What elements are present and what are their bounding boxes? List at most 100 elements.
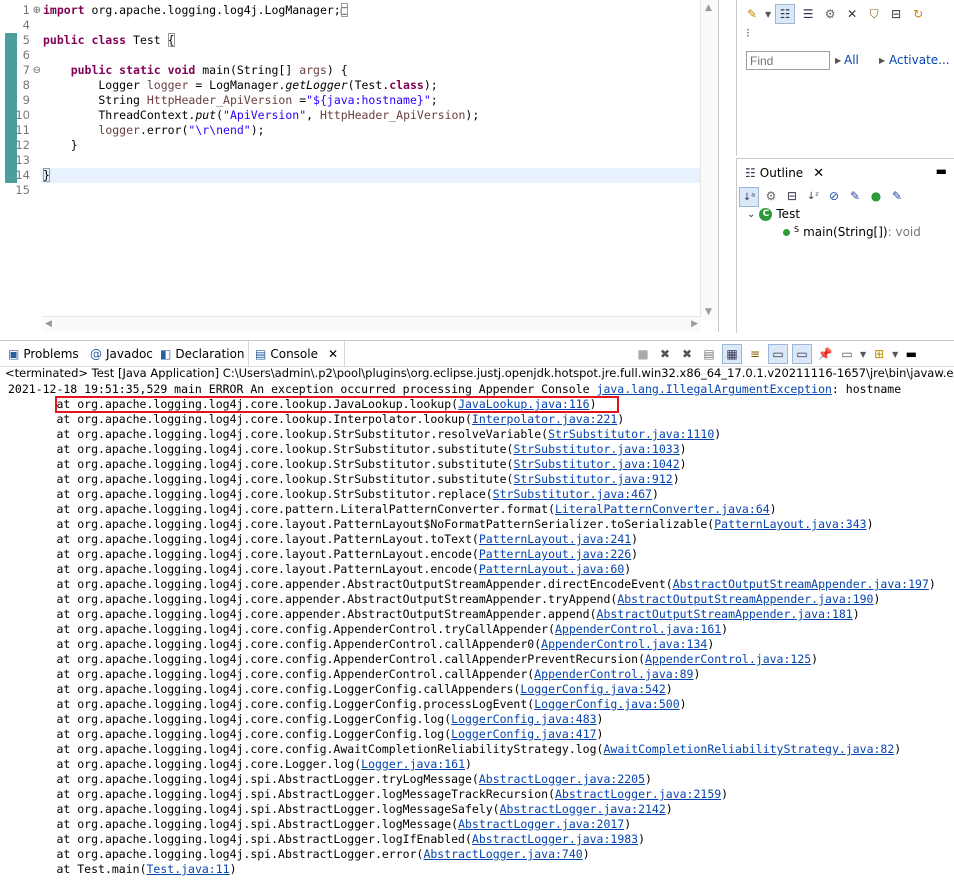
code-area[interactable]: import org.apache.logging.log4j.LogManag… [41,3,700,198]
focus-icon[interactable]: ⚙ [821,5,839,23]
scroll-lock-icon[interactable]: ▦ [722,344,742,364]
code-line[interactable] [43,153,700,168]
code-line[interactable]: ThreadContext.put("ApiVersion", HttpHead… [43,108,700,123]
sort-icon[interactable]: ↓ᵃ [739,187,759,207]
stack-frame-source-link[interactable]: LoggerConfig.java:483 [451,712,596,726]
stack-frame-source-link[interactable]: AppenderControl.java:125 [645,652,811,666]
fold-toggle-icon[interactable]: ⊕ [33,3,41,18]
code-line[interactable]: logger.error("\r\nend"); [43,123,700,138]
stack-frame-source-link[interactable]: PatternLayout.java:343 [714,517,866,531]
all-link[interactable]: All [844,53,859,67]
view-menu-icon[interactable]: ⁝ [746,26,750,40]
group-icon[interactable]: ⚙ [762,187,780,205]
stack-frame-source-link[interactable]: PatternLayout.java:241 [479,532,631,546]
tab-declaration[interactable]: ◧ Declaration [160,341,245,366]
stack-frame-source-link[interactable]: Logger.java:161 [361,757,465,771]
exception-link[interactable]: java.lang.IllegalArgumentException [597,382,832,396]
find-input[interactable] [746,51,830,70]
code-line[interactable]: String HttpHeader_ApiVersion ="${java:ho… [43,93,700,108]
stack-frame-source-link[interactable]: StrSubstitutor.java:1110 [548,427,714,441]
stack-frame-source-link[interactable]: PatternLayout.java:60 [479,562,624,576]
stack-frame-source-link[interactable]: LiteralPatternConverter.java:64 [555,502,770,516]
stack-frame-source-link[interactable]: AppenderControl.java:134 [541,637,707,651]
code-line[interactable]: } [41,168,700,183]
remove-launch-icon[interactable]: ✖ [656,345,674,363]
display-console-icon[interactable]: ▭ [838,345,856,363]
stack-frame-source-link[interactable]: JavaLookup.java:116 [458,397,590,411]
sort-alpha-icon[interactable]: ↓ᶻ [804,187,822,205]
editor-vertical-scrollbar[interactable]: ▲ ▼ [700,0,718,320]
close-icon[interactable]: ✕ [328,347,338,361]
stack-frame-source-link[interactable]: LoggerConfig.java:500 [534,697,679,711]
code-line[interactable]: import org.apache.logging.log4j.LogManag… [43,3,700,18]
stack-frame-source-link[interactable]: LoggerConfig.java:417 [451,727,596,741]
hide-local-types-icon[interactable]: ✎ [888,187,906,205]
stack-frame-source-link[interactable]: AbstractOutputStreamAppender.java:190 [617,592,873,606]
stack-frame-source-link[interactable]: StrSubstitutor.java:467 [493,487,652,501]
tab-outline[interactable]: ☷ Outline ✕ [739,161,831,185]
word-wrap-icon[interactable]: ≡ [746,345,764,363]
hide-nonpublic-icon[interactable]: ● [867,187,885,205]
code-line[interactable]: } [43,138,700,153]
new-task-icon[interactable]: ✎ [743,5,761,23]
scheduled-icon[interactable]: ☰ [799,5,817,23]
activate-link[interactable]: Activate... [889,53,950,67]
chevron-down-icon[interactable]: ⌄ [747,209,755,220]
hide-fields-icon[interactable]: ⊘ [825,187,843,205]
stack-frame-source-link[interactable]: AbstractOutputStreamAppender.java:197 [673,577,929,591]
stack-frame-source-link[interactable]: AppenderControl.java:161 [555,622,721,636]
sync-icon[interactable]: ↻ [909,5,927,23]
code-line[interactable]: public static void main(String[] args) { [43,63,700,78]
stack-frame-source-link[interactable]: PatternLayout.java:226 [479,547,631,561]
tab-problems[interactable]: ▣ Problems [8,341,79,366]
hide-static-icon[interactable]: ✎ [846,187,864,205]
code-line[interactable] [43,48,700,63]
scroll-left-arrow-icon[interactable]: ◀ [45,319,52,329]
collapse-all-icon[interactable]: ⊟ [783,187,801,205]
code-line[interactable]: public class Test { [43,33,700,48]
code-line[interactable] [43,183,700,198]
categorized-icon[interactable]: ☷ [775,4,796,24]
stack-frame-source-link[interactable]: AwaitCompletionReliabilityStrategy.java:… [603,742,894,756]
scroll-right-arrow-icon[interactable]: ▶ [691,319,698,329]
show-stderr-icon[interactable]: ▭ [792,344,812,364]
stack-frame-source-link[interactable]: StrSubstitutor.java:912 [513,472,672,486]
stack-frame-source-link[interactable]: AbstractOutputStreamAppender.java:181 [597,607,853,621]
stack-frame-source-link[interactable]: AbstractLogger.java:1983 [472,832,638,846]
stack-frame-source-link[interactable]: StrSubstitutor.java:1033 [513,442,679,456]
stack-frame-source-link[interactable]: Test.java:11 [147,862,230,876]
pin-console-icon[interactable]: 📌 [816,345,834,363]
remove-all-terminated-icon[interactable]: ✖ [678,345,696,363]
hide-completed-icon[interactable]: ✕ [843,5,861,23]
chevron-down-icon[interactable]: ▼ [765,10,771,19]
java-editor[interactable]: 1 ⊕ 4 5 6 7 ⊖ 8 9 10 11 12 13 14 15 import org.apache.… [0,0,719,332]
terminate-icon[interactable]: ■ [634,345,652,363]
stack-frame-source-link[interactable]: AbstractLogger.java:740 [423,847,582,861]
console-output[interactable]: 2021-12-18 19:51:35,529 main ERROR An ex… [8,382,954,877]
collapse-all-icon[interactable]: ⊟ [887,5,905,23]
show-stdout-icon[interactable]: ▭ [768,344,788,364]
stack-frame-source-link[interactable]: AppenderControl.java:89 [534,667,693,681]
minimize-icon[interactable]: ▬ [936,164,947,178]
code-line[interactable]: Logger logger = LogManager.getLogger(Tes… [43,78,700,93]
stack-frame-source-link[interactable]: AbstractLogger.java:2142 [500,802,666,816]
open-console-icon[interactable]: ⊞ [870,345,888,363]
code-line[interactable] [43,18,700,33]
scroll-down-arrow-icon[interactable]: ▼ [705,307,712,317]
filter-icon[interactable]: ⛉ [865,5,883,23]
stack-frame-source-link[interactable]: AbstractLogger.java:2205 [479,772,645,786]
close-icon[interactable]: ✕ [813,166,824,181]
outline-method-node[interactable]: S main(String[]) : void [783,225,921,239]
minimize-icon[interactable]: ▬ [902,345,920,363]
editor-horizontal-scrollbar[interactable]: ◀ ▶ [42,316,701,332]
fold-toggle-icon[interactable]: ⊖ [33,63,41,78]
tab-console[interactable]: ▤ Console ✕ [248,341,346,366]
stack-frame-source-link[interactable]: AbstractLogger.java:2017 [458,817,624,831]
stack-frame-source-link[interactable]: AbstractLogger.java:2159 [555,787,721,801]
scroll-up-arrow-icon[interactable]: ▲ [705,3,712,13]
stack-frame-source-link[interactable]: LoggerConfig.java:542 [520,682,665,696]
outline-class-node[interactable]: ⌄ C Test [747,207,800,221]
stack-frame-source-link[interactable]: StrSubstitutor.java:1042 [513,457,679,471]
tab-javadoc[interactable]: @ Javadoc [90,341,153,366]
clear-console-icon[interactable]: ▤ [700,345,718,363]
